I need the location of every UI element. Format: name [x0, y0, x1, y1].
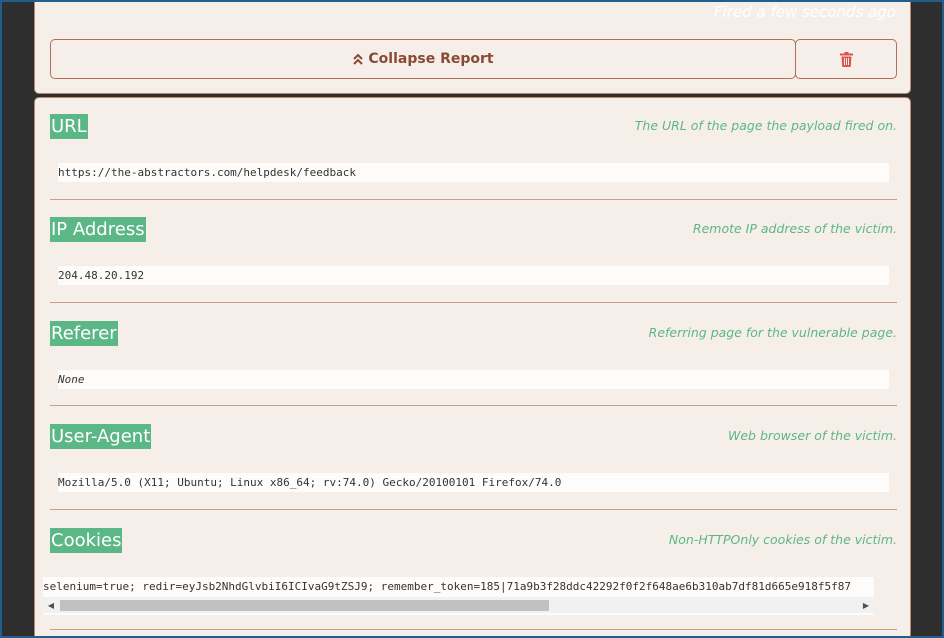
field-description-cookies: Non-HTTPOnly cookies of the victim. — [668, 532, 897, 547]
scrollbar-thumb[interactable] — [60, 600, 549, 611]
field-title-url: URL — [50, 114, 88, 139]
scroll-right-arrow-icon[interactable]: ▶ — [858, 597, 874, 613]
scroll-left-arrow-icon[interactable]: ◀ — [43, 597, 59, 613]
field-divider — [50, 629, 897, 630]
field-value-url[interactable]: https://the-abstractors.com/helpdesk/fee… — [58, 163, 889, 182]
field-title-referer: Referer — [50, 321, 118, 346]
field-title-cookies: Cookies — [50, 528, 123, 553]
collapse-report-label: Collapse Report — [368, 51, 494, 67]
field-description-ip-address: Remote IP address of the victim. — [692, 221, 897, 236]
delete-report-button[interactable] — [795, 39, 897, 79]
field-value-ip-address[interactable]: 204.48.20.192 — [58, 266, 889, 285]
url-field: URL The URL of the page the payload fire… — [50, 114, 897, 200]
fired-timestamp: Fired a few seconds ago — [714, 3, 896, 21]
field-description-url: The URL of the page the payload fired on… — [634, 118, 897, 133]
collapse-report-button[interactable]: Collapse Report — [50, 39, 796, 79]
field-description-referer: Referring page for the vulnerable page. — [648, 325, 897, 340]
report-header-card: Fired a few seconds ago Collapse Report — [34, 0, 911, 94]
user-agent-field: User-Agent Web browser of the victim. Mo… — [50, 424, 897, 510]
cookies-value-box[interactable]: selenium=true; redir=eyJsb2NhdGlvbiI6ICI… — [43, 577, 874, 615]
ip-address-field: IP Address Remote IP address of the vict… — [50, 217, 897, 303]
field-description-user-agent: Web browser of the victim. — [728, 428, 897, 443]
trash-icon — [839, 51, 853, 67]
field-value-cookies[interactable]: selenium=true; redir=eyJsb2NhdGlvbiI6ICI… — [43, 577, 874, 597]
referer-field: Referer Referring page for the vulnerabl… — [50, 321, 897, 406]
report-details-card: URL The URL of the page the payload fire… — [34, 97, 911, 638]
double-chevron-up-icon — [353, 53, 364, 65]
field-title-user-agent: User-Agent — [50, 424, 152, 449]
field-value-user-agent[interactable]: Mozilla/5.0 (X11; Ubuntu; Linux x86_64; … — [58, 473, 889, 492]
field-title-ip-address: IP Address — [50, 217, 146, 242]
horizontal-scrollbar[interactable]: ◀ ▶ — [43, 597, 874, 613]
field-value-referer[interactable]: None — [58, 370, 889, 389]
